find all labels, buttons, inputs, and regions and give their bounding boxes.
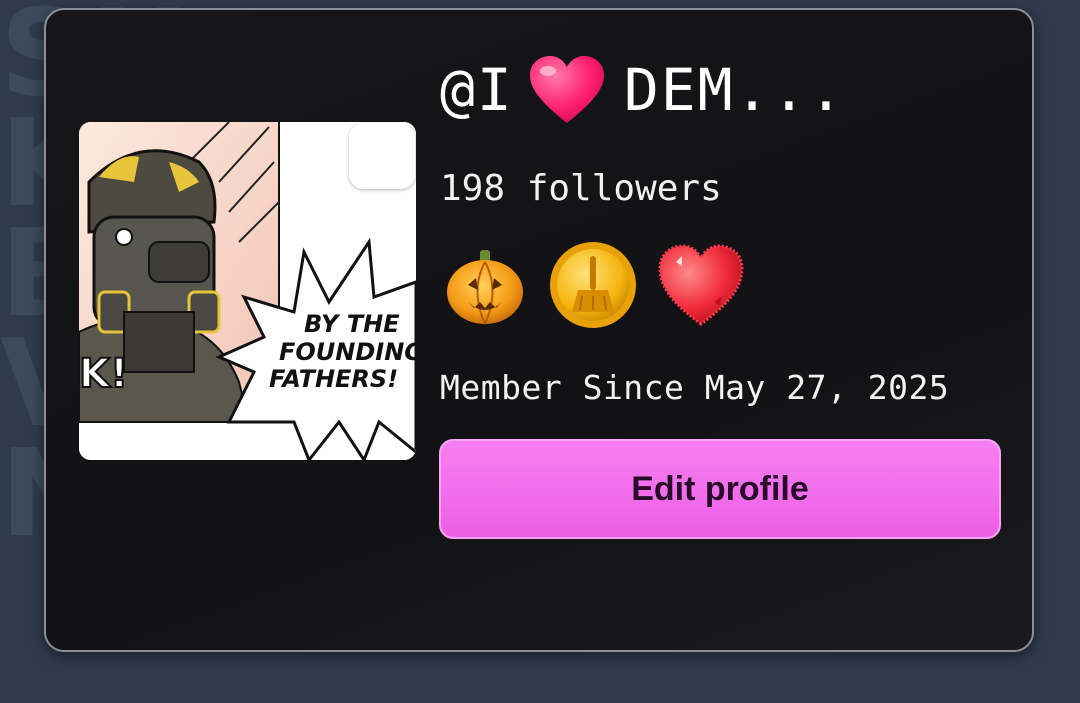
followers-count[interactable]: 198 followers — [440, 165, 722, 213]
svg-text:K!: K! — [79, 351, 128, 397]
heart-emoji-icon — [529, 56, 604, 123]
username: @I DEM... — [440, 55, 845, 125]
badge-list — [440, 240, 746, 330]
edit-profile-button[interactable]: Edit profile — [439, 439, 1001, 539]
avatar-corner-badge — [349, 123, 415, 189]
username-suffix: DEM... — [623, 56, 846, 124]
username-prefix: @I — [440, 56, 514, 124]
heart-badge-icon[interactable] — [656, 240, 746, 330]
member-since: Member Since May 27, 2025 — [440, 368, 950, 407]
svg-text:FOUNDING: FOUNDING — [279, 338, 416, 366]
pumpkin-badge-icon[interactable] — [440, 240, 530, 330]
svg-text:BY THE: BY THE — [304, 310, 400, 338]
svg-text:FATHERS!: FATHERS! — [269, 365, 398, 393]
broom-coin-badge-icon[interactable] — [548, 240, 638, 330]
